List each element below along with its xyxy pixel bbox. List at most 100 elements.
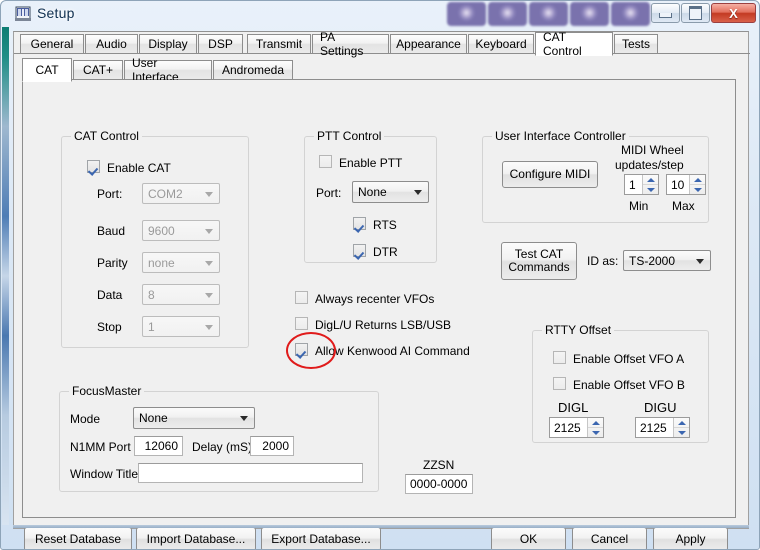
titlebar-decoration — [447, 2, 652, 26]
always-recenter-vfos-checkbox[interactable] — [295, 291, 308, 304]
midi-max-spin-buttons[interactable] — [689, 175, 705, 194]
window-title-label: Window Title — [70, 467, 139, 481]
midi-min-spinner[interactable]: 1 — [624, 174, 659, 195]
spin-up-icon[interactable] — [674, 418, 689, 428]
import-database-label: Import Database... — [146, 531, 246, 546]
spin-down-icon[interactable] — [588, 428, 603, 437]
tab-audio[interactable]: Audio — [85, 34, 138, 54]
decoration-cell — [529, 2, 568, 26]
allow-kenwood-ai-command-label: Allow Kenwood AI Command — [315, 344, 470, 358]
enable-offset-vfo-a-checkbox[interactable] — [553, 351, 566, 364]
allow-kenwood-ai-command-checkbox[interactable] — [295, 343, 308, 356]
reset-database-button[interactable]: Reset Database — [24, 527, 132, 549]
dtr-checkbox[interactable] — [353, 244, 366, 257]
ptt-port-value: None — [358, 185, 387, 199]
spin-up-icon[interactable] — [643, 175, 658, 185]
close-button[interactable]: X — [711, 3, 756, 23]
cat-stop-label: Stop — [97, 320, 122, 334]
digu-spinner[interactable]: 2125 — [635, 417, 690, 438]
left-edge-gradient — [2, 27, 9, 525]
spin-down-icon[interactable] — [690, 185, 705, 194]
id-as-combo[interactable]: TS-2000 — [623, 250, 711, 271]
tab-cat-control[interactable]: CAT Control — [535, 30, 613, 58]
focusmaster-mode-combo[interactable]: None — [133, 407, 255, 429]
subtab-cat-plus[interactable]: CAT+ — [73, 60, 123, 80]
tab-pa-settings[interactable]: PA Settings — [312, 30, 389, 58]
subtab-andromeda[interactable]: Andromeda — [213, 60, 293, 80]
apply-button[interactable]: Apply — [653, 527, 728, 549]
tab-label: Audio — [96, 37, 127, 51]
cat-port-combo[interactable]: COM2 — [142, 183, 220, 204]
cat-port-label: Port: — [97, 187, 123, 201]
configure-midi-button[interactable]: Configure MIDI — [502, 161, 598, 188]
cat-data-label: Data — [97, 288, 123, 302]
tab-label: CAT Control — [543, 30, 582, 58]
maximize-button[interactable] — [681, 3, 710, 23]
minimize-button[interactable] — [651, 3, 680, 23]
tab-label: General — [30, 37, 74, 51]
digl-spin-buttons[interactable] — [587, 418, 603, 437]
spin-down-icon[interactable] — [643, 185, 658, 194]
uic-group-title: User Interface Controller — [492, 129, 629, 143]
decoration-cell — [611, 2, 650, 26]
export-database-button[interactable]: Export Database... — [261, 527, 381, 549]
cat-stop-combo[interactable]: 1 — [142, 316, 220, 337]
enable-ptt-checkbox[interactable] — [319, 155, 332, 168]
digu-spin-buttons[interactable] — [673, 418, 689, 437]
delay-input[interactable]: 2000 — [250, 436, 294, 456]
chevron-down-icon — [696, 259, 704, 264]
rtty-offset-group: RTTY Offset Enable Offset VFO A Enable O… — [532, 323, 709, 443]
focusmaster-group: FocusMaster Mode None N1MM Port 12060 De… — [59, 384, 379, 492]
cancel-button[interactable]: Cancel — [572, 527, 647, 549]
cat-stop-value: 1 — [148, 319, 155, 334]
dtr-label: DTR — [373, 245, 398, 259]
tab-appearance[interactable]: Appearance — [390, 34, 467, 54]
spin-down-icon[interactable] — [674, 428, 689, 437]
reset-database-label: Reset Database — [34, 531, 122, 546]
digl-spinner[interactable]: 2125 — [549, 417, 604, 438]
subtab-user-interface[interactable]: User Interface — [124, 56, 212, 84]
test-cat-commands-button[interactable]: Test CAT Commands — [501, 242, 577, 280]
tab-general[interactable]: General — [20, 34, 84, 54]
zzsn-input[interactable]: 0000-0000 — [405, 474, 473, 494]
zzsn-value: 0000-0000 — [410, 477, 468, 491]
midi-wheel-title-line2: updates/step — [615, 158, 684, 172]
user-interface-controller-group: User Interface Controller Configure MIDI… — [482, 129, 709, 223]
cat-parity-combo[interactable]: none — [142, 252, 220, 273]
tab-tests[interactable]: Tests — [614, 34, 658, 54]
digl-u-returns-lsb-usb-checkbox[interactable] — [295, 317, 308, 330]
configure-midi-label: Configure MIDI — [509, 167, 591, 181]
subtab-label: CAT — [35, 63, 59, 77]
decoration-cell — [570, 2, 609, 26]
enable-cat-checkbox[interactable] — [87, 160, 100, 173]
midi-min-spin-buttons[interactable] — [642, 175, 658, 194]
tab-transmit[interactable]: Transmit — [247, 34, 311, 54]
ok-label: OK — [519, 531, 538, 546]
n1mm-port-input[interactable]: 12060 — [134, 436, 183, 456]
tab-display[interactable]: Display — [139, 34, 197, 54]
delay-label: Delay (mS) — [192, 440, 253, 454]
cat-data-combo[interactable]: 8 — [142, 284, 220, 305]
enable-offset-vfo-b-checkbox[interactable] — [553, 377, 566, 390]
spin-up-icon[interactable] — [588, 418, 603, 428]
tab-label: Transmit — [255, 37, 303, 51]
zzsn-label: ZZSN — [423, 458, 455, 472]
focusmaster-mode-value: None — [139, 411, 168, 425]
spin-up-icon[interactable] — [690, 175, 705, 185]
window-title-input[interactable] — [138, 463, 363, 483]
ptt-port-combo[interactable]: None — [352, 181, 429, 203]
tab-label: Display — [148, 37, 188, 51]
chevron-down-icon — [205, 293, 213, 298]
subtab-cat[interactable]: CAT — [22, 58, 72, 82]
midi-min-value: 1 — [629, 177, 636, 192]
digl-value: 2125 — [554, 420, 581, 435]
id-as-label: ID as: — [587, 254, 619, 268]
midi-max-spinner[interactable]: 10 — [666, 174, 706, 195]
rts-checkbox[interactable] — [353, 217, 366, 230]
cat-baud-label: Baud — [97, 224, 126, 238]
import-database-button[interactable]: Import Database... — [136, 527, 256, 549]
cat-baud-combo[interactable]: 9600 — [142, 220, 220, 241]
tab-dsp[interactable]: DSP — [198, 34, 243, 54]
tab-keyboard[interactable]: Keyboard — [468, 34, 534, 54]
ok-button[interactable]: OK — [491, 527, 566, 549]
